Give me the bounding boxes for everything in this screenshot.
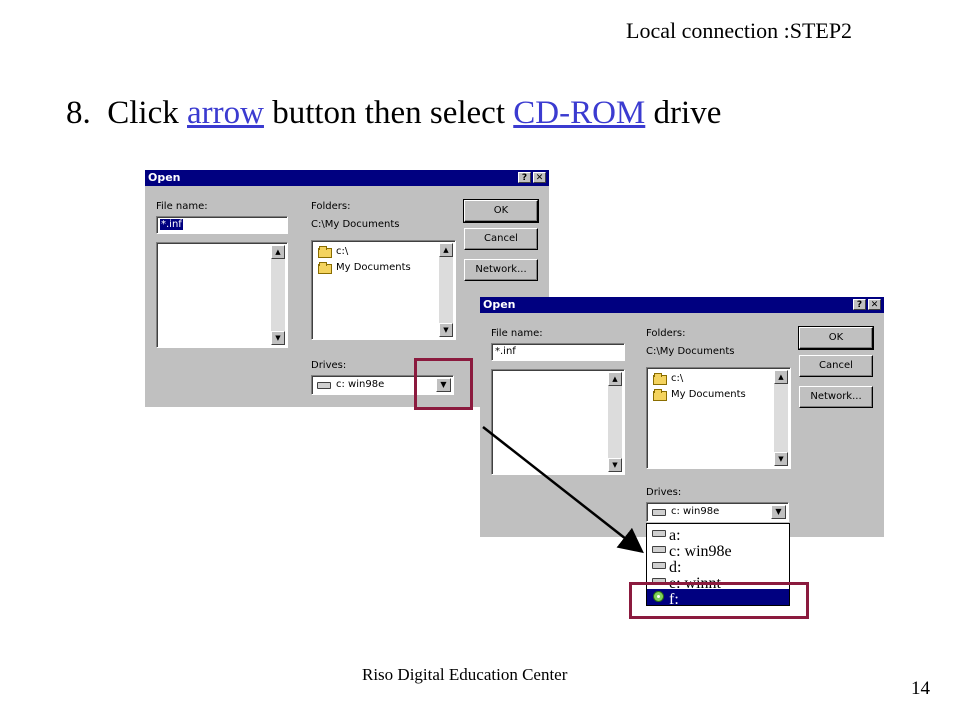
- footer-text: Riso Digital Education Center: [362, 665, 568, 684]
- pointer-arrow: [482, 426, 644, 554]
- page-number: 14: [911, 678, 930, 699]
